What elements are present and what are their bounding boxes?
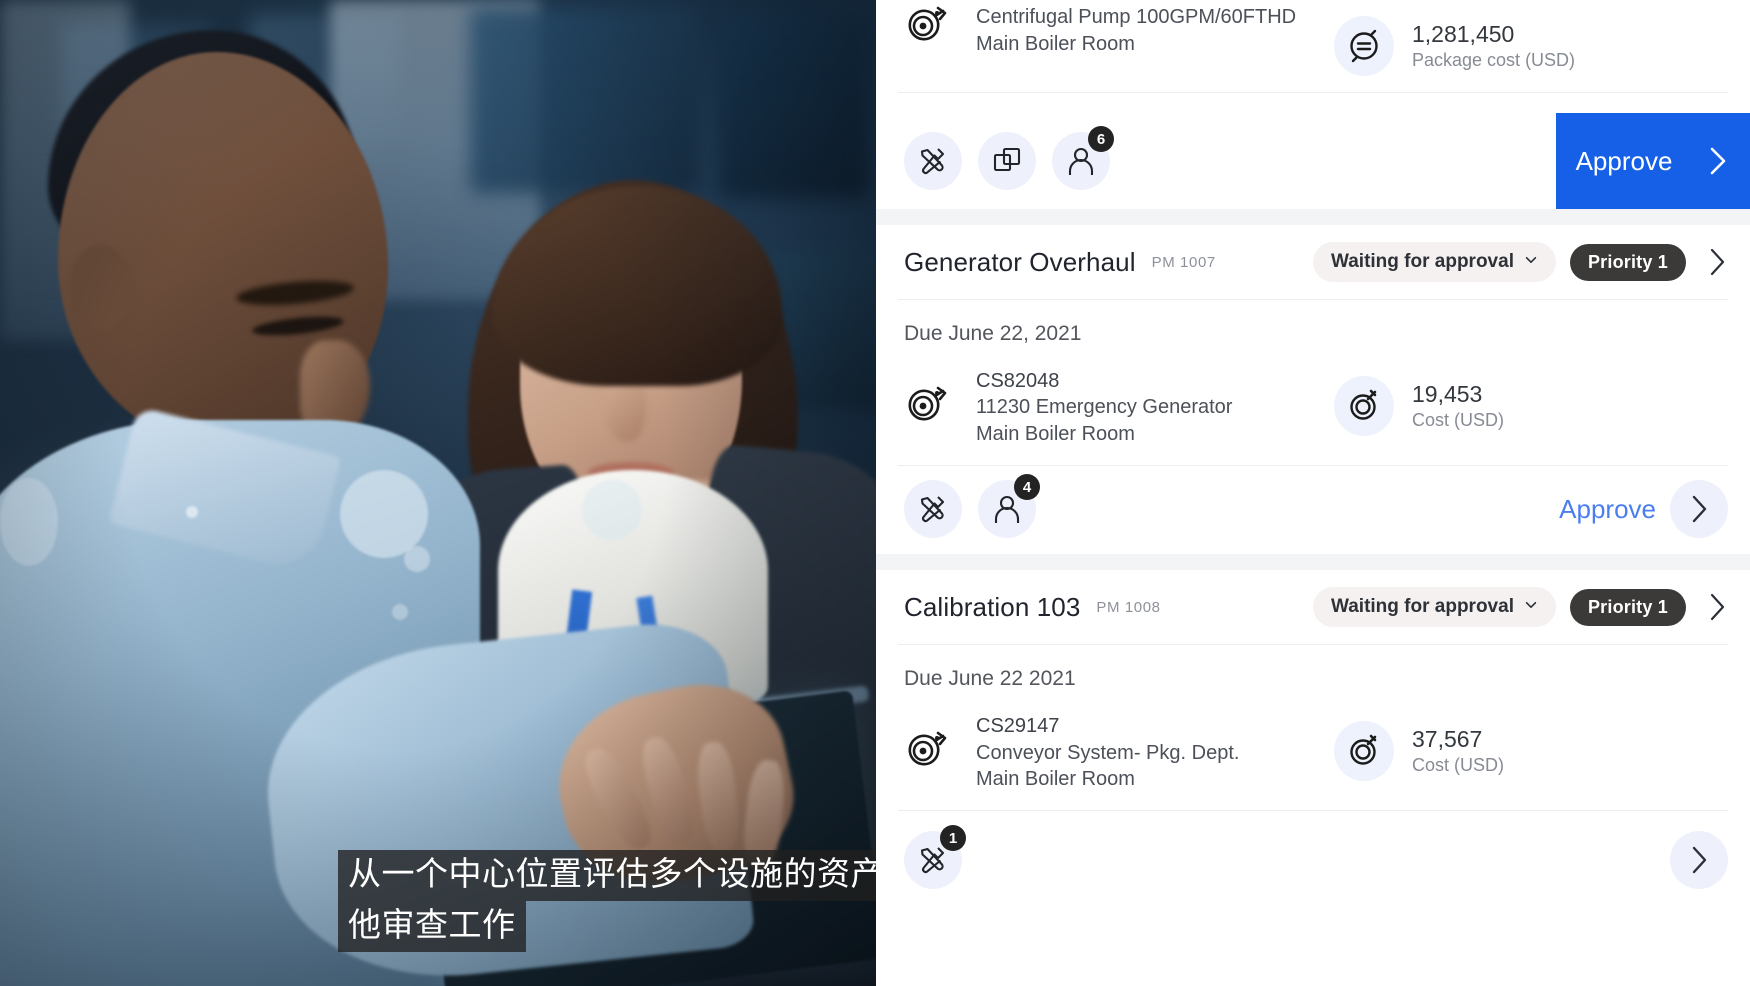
asset-location: Main Boiler Room [976, 767, 1135, 790]
metric-text: 1,281,450 Package cost (USD) [1412, 20, 1575, 72]
approve-button[interactable]: Approve [1556, 113, 1750, 209]
metric-value: 19,453 [1412, 380, 1483, 407]
work-order-code: PM 1008 [1096, 598, 1161, 616]
asset-info: CS11456 Centrifugal Pump 100GPM/60FTHD M… [904, 0, 1334, 57]
metric-label: Package cost (USD) [1412, 49, 1576, 70]
asset-tag-icon [904, 0, 956, 44]
metric: 19,453 Cost (USD) [1334, 376, 1504, 436]
work-order-metric-block: 19,453 Cost (USD) [1334, 322, 1734, 447]
asset-name: 11230 Emergency Generator [976, 396, 1233, 419]
tools-icon-button[interactable] [904, 132, 962, 190]
work-order-body: Due June 22 2021 CS29147 Conveyor System… [876, 645, 1750, 810]
work-order-list-panel[interactable]: CS11456 Centrifugal Pump 100GPM/60FTHD M… [876, 0, 1750, 986]
status-label: Waiting for approval [1331, 596, 1514, 618]
duplicate-icon-button[interactable] [978, 132, 1036, 190]
work-order-metric-block: 37,567 Cost (USD) [1334, 667, 1734, 792]
asset-info: CS29147 Conveyor System- Pkg. Dept. Main… [904, 713, 1334, 792]
work-order-asset-block: Due June 22, 2021 CS82048 11230 Emergenc… [904, 322, 1334, 447]
tools-icon-button[interactable]: 1 [904, 825, 966, 890]
screenshot-stage: 从一个中心位置评估多个设施的资产 他审查工作 Centrifugal Pump … [0, 0, 1750, 986]
asset-tag-icon [904, 713, 956, 777]
metric-text: 37,567 Cost (USD) [1412, 725, 1504, 777]
asset-location: Main Boiler Room [976, 422, 1135, 445]
metric-value: 1,281,450 [1412, 20, 1515, 47]
work-order-actions: 1 [876, 811, 1750, 890]
action-badge: 4 [1014, 474, 1040, 501]
asset-tag-icon [904, 368, 956, 432]
asset-name: Centrifugal Pump 100GPM/60FTHD [976, 6, 1297, 29]
approve-link[interactable] [1670, 831, 1728, 890]
person-icon-button[interactable]: 4 [978, 474, 1040, 539]
approve-button-label: Approve [1575, 145, 1673, 176]
chevron-right-icon [1711, 147, 1726, 175]
action-badge: 1 [940, 825, 966, 852]
asset-text: CS11456 Centrifugal Pump 100GPM/60FTHD M… [976, 0, 1296, 57]
action-badge: 6 [1088, 126, 1114, 152]
chevron-right-icon [1710, 248, 1725, 276]
metric-label: Cost (USD) [1412, 754, 1505, 775]
work-order-header[interactable]: Calibration 103 PM 1008 Waiting for appr… [876, 570, 1750, 644]
metric-label: Cost (USD) [1412, 409, 1505, 430]
work-order-card[interactable]: Generator Overhaul PM 1007 Waiting for a… [876, 225, 1750, 554]
asset-name: Conveyor System- Pkg. Dept. [976, 741, 1240, 764]
video-vignette [0, 0, 876, 986]
due-date: Due June 22 2021 [904, 667, 1076, 691]
open-work-order-chevron[interactable] [1700, 246, 1734, 278]
cost-icon [1334, 721, 1394, 782]
asset-id: CS29147 [976, 715, 1060, 738]
status-label: Waiting for approval [1331, 251, 1514, 272]
tools-icon-button[interactable] [904, 480, 962, 539]
metric: 1,281,450 Package cost (USD) [1334, 16, 1575, 76]
card-separator [876, 209, 1750, 225]
subtitle-line-2: 他审查工作 [338, 901, 526, 952]
work-order-card[interactable]: Calibration 103 PM 1008 Waiting for appr… [876, 570, 1750, 890]
package-cost-icon [1334, 16, 1394, 76]
work-order-actions: 4 Approve [876, 466, 1750, 554]
priority-badge: Priority 1 [1569, 588, 1686, 626]
work-order-title: Calibration 103 [904, 591, 1081, 622]
work-order-body: CS11456 Centrifugal Pump 100GPM/60FTHD M… [876, 0, 1750, 92]
work-order-title: Generator Overhaul [904, 246, 1136, 277]
work-order-asset-block: Due June 22 2021 CS29147 Conveyor System… [904, 667, 1334, 792]
approve-link-label: Approve [1559, 493, 1656, 524]
priority-badge: Priority 1 [1569, 243, 1686, 281]
asset-text: CS29147 Conveyor System- Pkg. Dept. Main… [976, 713, 1239, 792]
metric-value: 37,567 [1412, 726, 1483, 753]
work-order-body: Due June 22, 2021 CS82048 11230 Emergenc… [876, 300, 1750, 465]
card-separator [876, 554, 1750, 571]
metric-text: 19,453 Cost (USD) [1412, 380, 1504, 432]
asset-text: CS82048 11230 Emergency Generator Main B… [976, 368, 1232, 447]
subtitle-line-1: 从一个中心位置评估多个设施的资产 [338, 850, 876, 902]
work-order-metric-block: 1,281,450 Package cost (USD) [1334, 0, 1734, 76]
work-order-asset-block: CS11456 Centrifugal Pump 100GPM/60FTHD M… [904, 0, 1334, 76]
person-icon-button[interactable]: 6 [1052, 126, 1114, 190]
subtitle-overlay: 从一个中心位置评估多个设施的资产 他审查工作 [338, 850, 876, 952]
open-work-order-chevron[interactable] [1700, 591, 1734, 623]
approve-chevron-button[interactable] [1670, 480, 1728, 539]
metric: 37,567 Cost (USD) [1334, 721, 1504, 782]
video-player[interactable]: 从一个中心位置评估多个设施的资产 他审查工作 [0, 0, 876, 986]
chevron-down-icon [1525, 602, 1537, 609]
asset-location: Main Boiler Room [976, 32, 1135, 55]
chevron-right-icon [1692, 847, 1707, 874]
chevron-down-icon [1525, 256, 1537, 264]
asset-id: CS82048 [976, 370, 1060, 392]
work-order-actions: 6 Approve [876, 93, 1750, 209]
status-dropdown[interactable]: Waiting for approval [1313, 587, 1556, 628]
chevron-right-icon [1710, 594, 1725, 621]
status-dropdown[interactable]: Waiting for approval [1313, 242, 1556, 282]
approve-link[interactable]: Approve [1559, 480, 1728, 539]
chevron-right-icon [1692, 495, 1707, 523]
work-order-header[interactable]: Generator Overhaul PM 1007 Waiting for a… [876, 225, 1750, 299]
cost-icon [1334, 376, 1394, 436]
due-date: Due June 22, 2021 [904, 322, 1082, 345]
work-order-card[interactable]: CS11456 Centrifugal Pump 100GPM/60FTHD M… [876, 0, 1750, 209]
work-order-code: PM 1007 [1151, 253, 1216, 271]
asset-info: CS82048 11230 Emergency Generator Main B… [904, 368, 1334, 447]
approve-chevron-button[interactable] [1670, 831, 1728, 890]
